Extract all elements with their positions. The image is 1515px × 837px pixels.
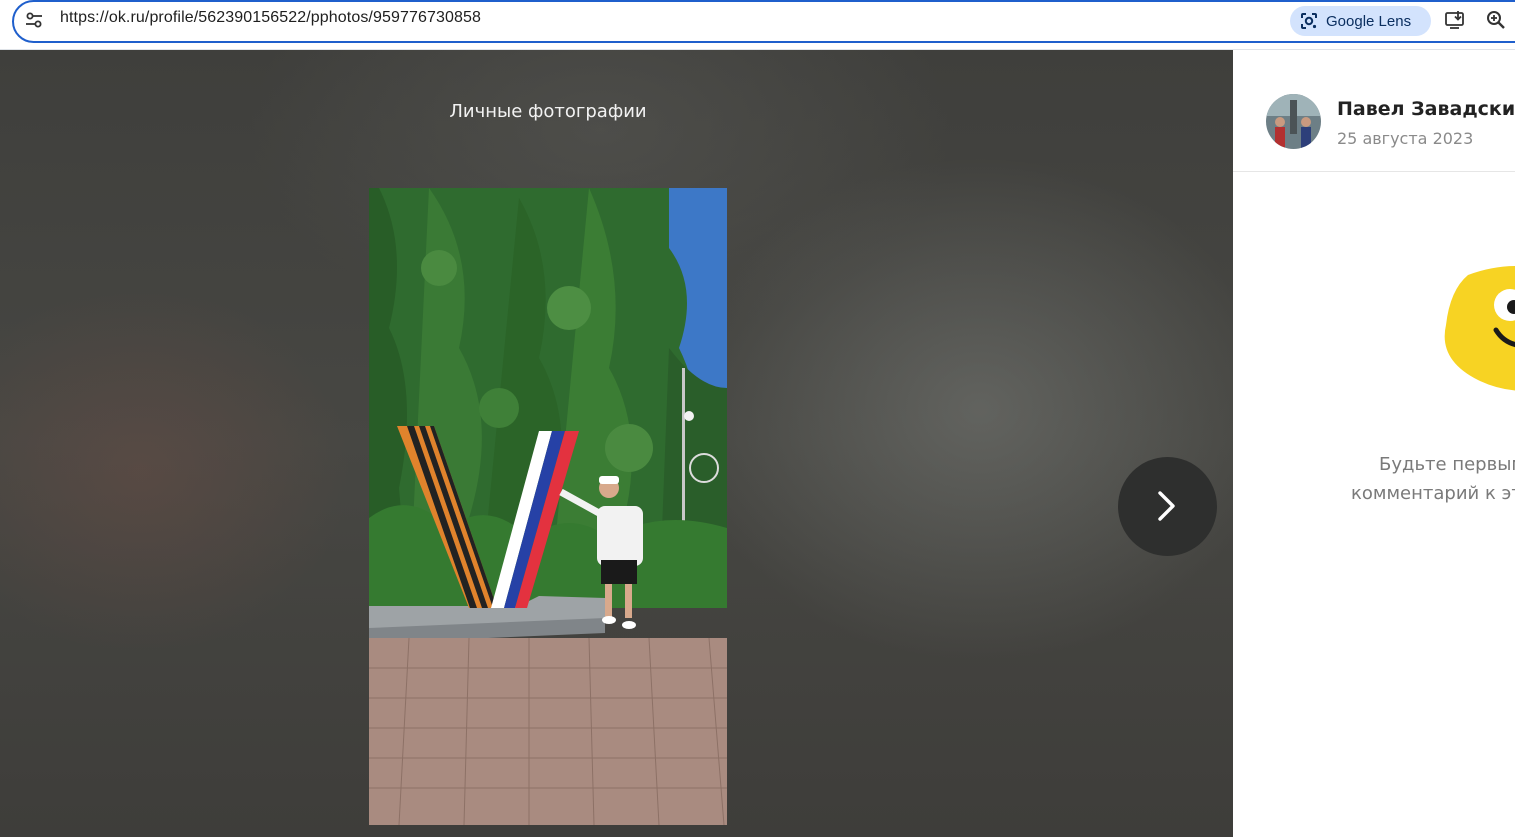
album-title: Личные фотографии [449, 101, 647, 122]
google-lens-button[interactable]: Google Lens [1290, 6, 1431, 36]
empty-comments-text: Будьте первым комментарий к эт [1351, 450, 1515, 508]
next-photo-button[interactable] [1118, 457, 1217, 556]
browser-toolbar: https://ok.ru/profile/562390156522/pphot… [0, 0, 1515, 50]
chevron-right-icon [1158, 491, 1175, 521]
install-app-icon[interactable] [1444, 9, 1466, 31]
photo-viewer: Личные фотографии [0, 50, 1233, 837]
author-name[interactable]: Павел Завадский [1337, 98, 1515, 120]
url-text[interactable]: https://ok.ru/profile/562390156522/pphot… [60, 9, 481, 27]
tune-icon[interactable] [24, 10, 44, 30]
photo[interactable] [369, 188, 727, 825]
empty-comments-line2: комментарий к эт [1351, 483, 1515, 504]
divider [1233, 171, 1515, 172]
avatar-image [1266, 94, 1321, 149]
zoom-icon[interactable] [1485, 9, 1507, 31]
mascot-illustration [1444, 266, 1515, 391]
photo-image [369, 188, 727, 825]
post-date: 25 августа 2023 [1337, 129, 1474, 148]
camera-lens-icon [1301, 13, 1317, 29]
google-lens-label: Google Lens [1326, 12, 1412, 30]
empty-comments-line1: Будьте первым [1379, 454, 1515, 475]
photo-side-panel: Павел Завадский 25 августа 2023 Будьте п… [1233, 50, 1515, 837]
avatar[interactable] [1266, 94, 1321, 149]
